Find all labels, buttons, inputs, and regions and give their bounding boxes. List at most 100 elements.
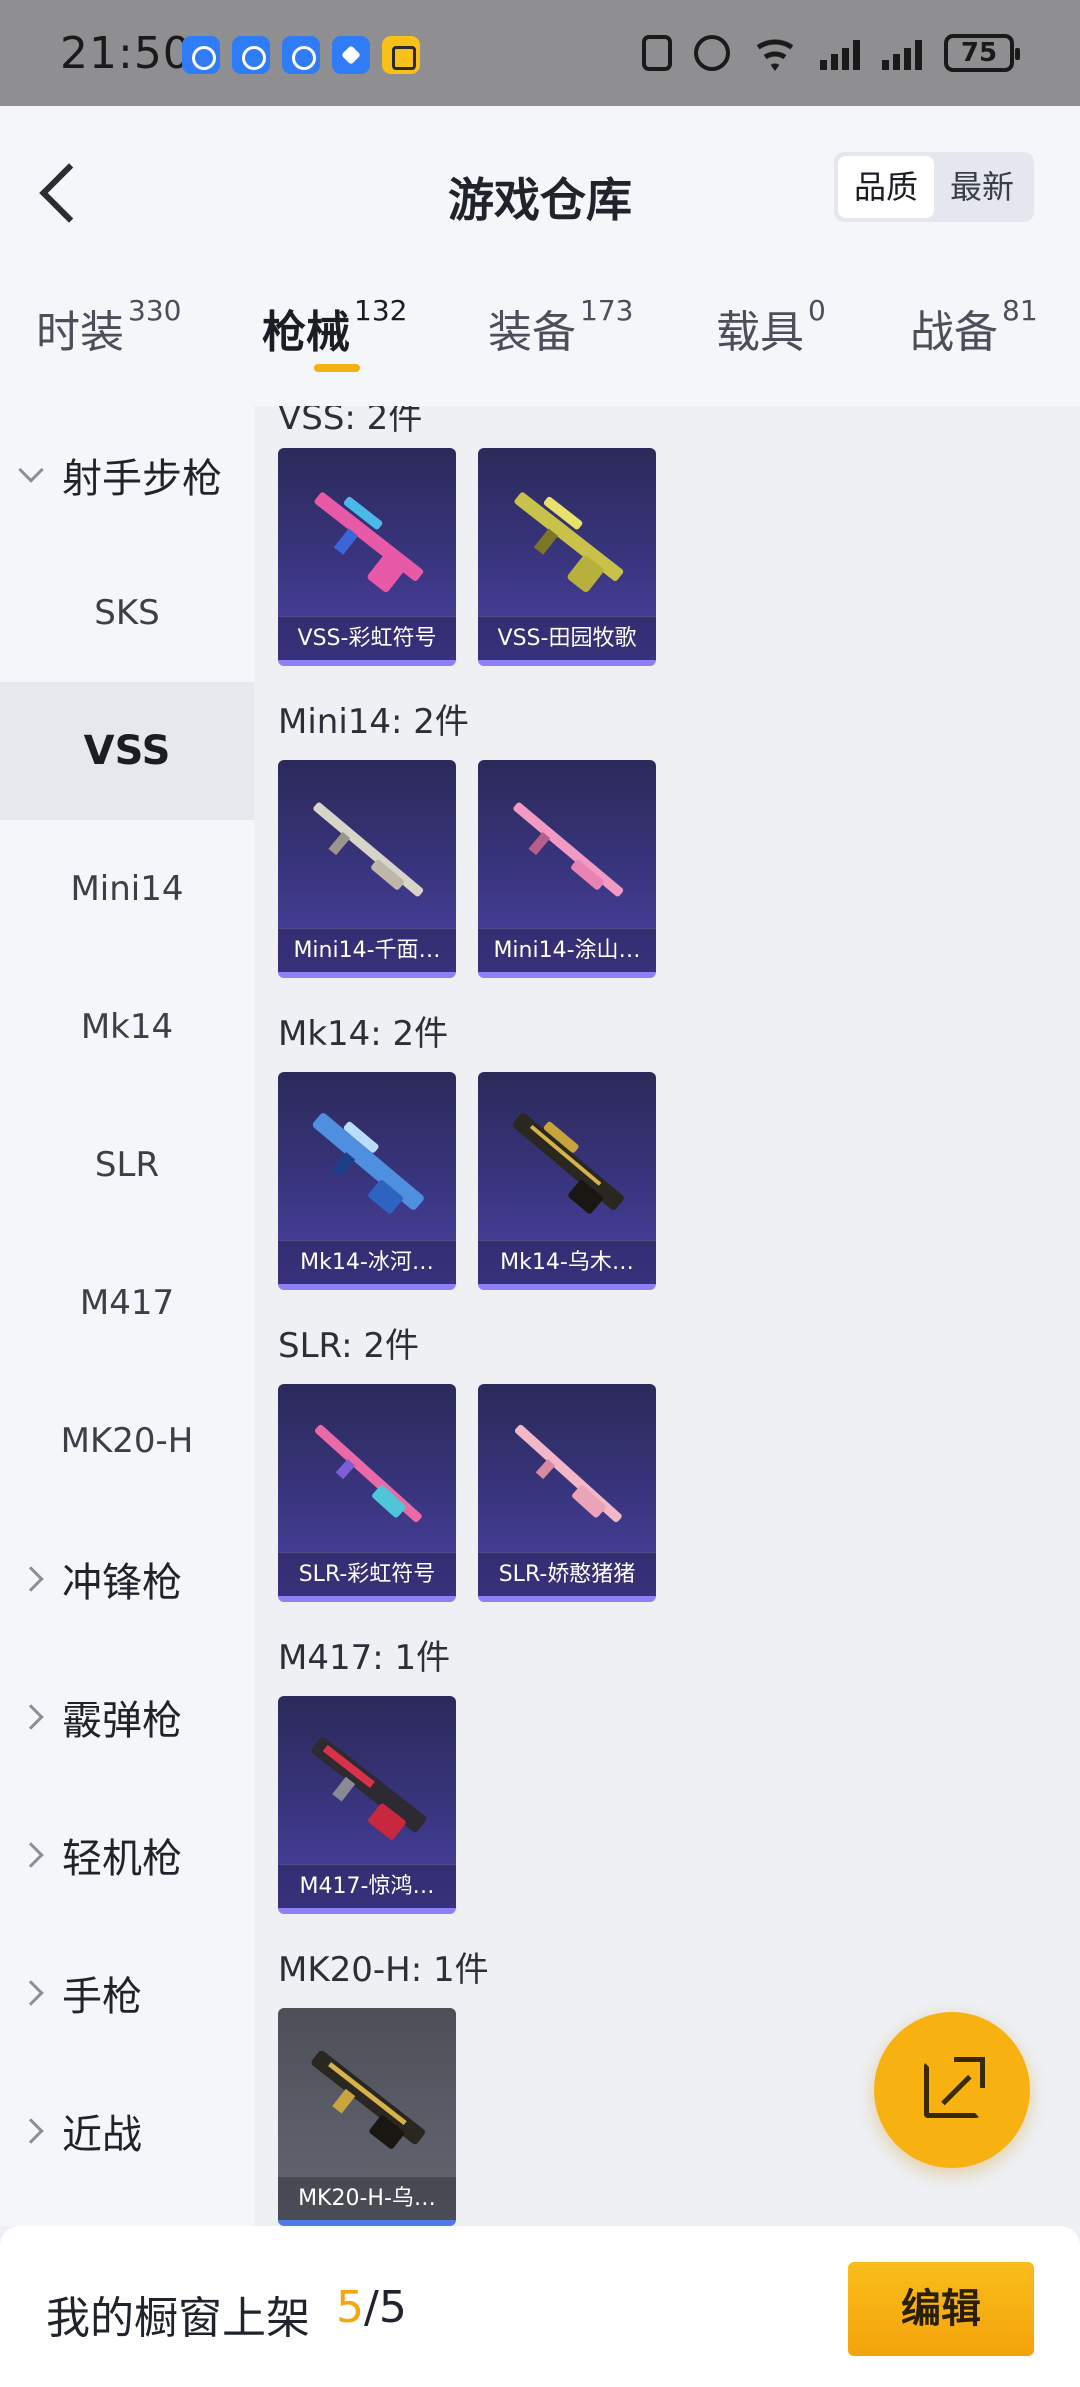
rifle-skin-icon bbox=[314, 1424, 422, 1523]
qq-app-icon bbox=[382, 36, 420, 74]
signal-icon bbox=[820, 36, 860, 70]
tab-label: 装备 bbox=[488, 307, 576, 358]
alarm-icon bbox=[694, 35, 730, 71]
section-label: VSS: 2件 bbox=[278, 406, 423, 438]
sidebar-item-mini14[interactable]: Mini14 bbox=[0, 820, 254, 958]
clock-app-icon bbox=[182, 36, 220, 74]
item-card-m417[interactable]: M417-惊鸿… bbox=[278, 1696, 456, 1914]
item-name: Mini14-千面… bbox=[278, 928, 456, 972]
sidebar-group-shotgun[interactable]: 霰弹枪 bbox=[0, 1648, 254, 1786]
export-button[interactable] bbox=[874, 2012, 1030, 2168]
battery-icon: 75 bbox=[944, 34, 1020, 72]
chevron-down-icon bbox=[18, 457, 44, 483]
showcase-bar: 我的橱窗上架 5/5 编辑 bbox=[0, 2226, 1080, 2387]
category-tabs: 时装 330 枪械 132 装备 173 载具 0 战备 81 bbox=[0, 294, 1080, 386]
external-link-icon bbox=[924, 2057, 985, 2118]
rifle-skin-icon bbox=[513, 802, 624, 897]
sort-latest-button[interactable]: 最新 bbox=[934, 156, 1030, 218]
tab-count: 81 bbox=[1002, 294, 1038, 327]
tab-label: 时装 bbox=[36, 307, 124, 358]
item-name: Mk14-乌木… bbox=[478, 1240, 656, 1284]
item-name: Mini14-涂山… bbox=[478, 928, 656, 972]
sidebar-item-mk14[interactable]: Mk14 bbox=[0, 958, 254, 1096]
item-card-vss-rainbow[interactable]: VSS-彩虹符号 bbox=[278, 448, 456, 666]
tab-fashion[interactable]: 时装 330 bbox=[36, 294, 182, 360]
sidebar-group-label: 冲锋枪 bbox=[62, 1560, 182, 1606]
sidebar-item-mk20h[interactable]: MK20-H bbox=[0, 1372, 254, 1510]
section-label: SLR: 2件 bbox=[278, 1326, 419, 1366]
showcase-separator: / bbox=[364, 2282, 379, 2333]
item-card-slr-rainbow[interactable]: SLR-彩虹符号 bbox=[278, 1384, 456, 1602]
item-card-slr-piggy[interactable]: SLR-娇憨猪猪 bbox=[478, 1384, 656, 1602]
sidebar-item-slr[interactable]: SLR bbox=[0, 1096, 254, 1234]
nfc-icon bbox=[642, 35, 672, 71]
rifle-skin-icon bbox=[312, 1113, 424, 1214]
status-bar: 21:50 75 bbox=[0, 0, 1080, 106]
showcase-count: 5/5 bbox=[336, 2282, 407, 2333]
sidebar-group-pistol[interactable]: 手枪 bbox=[0, 1924, 254, 2062]
chevron-right-icon bbox=[18, 1566, 44, 1592]
tab-vehicles[interactable]: 载具 0 bbox=[716, 294, 826, 360]
tab-label: 战备 bbox=[910, 307, 998, 358]
item-name: SLR-娇憨猪猪 bbox=[478, 1552, 656, 1596]
signal-icon bbox=[882, 36, 922, 70]
sidebar-item-m417[interactable]: M417 bbox=[0, 1234, 254, 1372]
item-card-mini14-1[interactable]: Mini14-千面… bbox=[278, 760, 456, 978]
rifle-skin-icon bbox=[512, 1113, 624, 1214]
sidebar-group-marksman-rifle[interactable]: 射手步枪 bbox=[0, 406, 254, 544]
item-card-mini14-2[interactable]: Mini14-涂山… bbox=[478, 760, 656, 978]
tab-count: 0 bbox=[808, 294, 826, 327]
item-grid: VSS: 2件 VSS-彩虹符号 VSS-田园牧歌 Mini14: 2件 Min… bbox=[254, 406, 1080, 2226]
item-name: MK20-H-乌… bbox=[278, 2176, 456, 2220]
chevron-right-icon bbox=[18, 1842, 44, 1868]
sidebar-item-sks[interactable]: SKS bbox=[0, 544, 254, 682]
item-card-vss-pastoral[interactable]: VSS-田园牧歌 bbox=[478, 448, 656, 666]
tab-equipment[interactable]: 装备 173 bbox=[488, 294, 634, 360]
tab-label: 载具 bbox=[716, 307, 804, 358]
wifi-icon bbox=[752, 38, 798, 71]
rifle-skin-icon bbox=[514, 492, 624, 592]
sidebar-group-label: 射手步枪 bbox=[62, 456, 222, 502]
item-name: Mk14-冰河… bbox=[278, 1240, 456, 1284]
sidebar-group-label: 轻机枪 bbox=[62, 1836, 182, 1882]
tab-count: 132 bbox=[354, 294, 408, 327]
chevron-right-icon bbox=[18, 2118, 44, 2144]
sidebar-group-label: 近战 bbox=[62, 2112, 142, 2158]
rifle-skin-icon bbox=[311, 2050, 425, 2149]
sidebar-group-smg[interactable]: 冲锋枪 bbox=[0, 1510, 254, 1648]
item-card-mk20h[interactable]: MK20-H-乌… bbox=[278, 2008, 456, 2226]
sort-toggle: 品质 最新 bbox=[834, 152, 1034, 222]
showcase-total: 5 bbox=[378, 2282, 407, 2333]
rifle-skin-icon bbox=[314, 492, 424, 592]
item-name: SLR-彩虹符号 bbox=[278, 1552, 456, 1596]
showcase-label: 我的橱窗上架 bbox=[46, 2293, 310, 2344]
item-name: VSS-彩虹符号 bbox=[278, 616, 456, 660]
navigation-app-icon bbox=[332, 36, 370, 74]
chevron-right-icon bbox=[18, 1980, 44, 2006]
active-tab-indicator bbox=[314, 364, 360, 372]
sidebar-group-melee[interactable]: 近战 bbox=[0, 2062, 254, 2200]
sidebar-group-lmg[interactable]: 轻机枪 bbox=[0, 1786, 254, 1924]
sidebar-group-label: 手枪 bbox=[62, 1974, 142, 2020]
tab-guns[interactable]: 枪械 132 bbox=[262, 294, 408, 360]
item-card-mk14-glacier[interactable]: Mk14-冰河… bbox=[278, 1072, 456, 1290]
rifle-skin-icon bbox=[311, 1737, 427, 1840]
rifle-skin-icon bbox=[313, 802, 424, 897]
tab-count: 330 bbox=[128, 294, 182, 327]
weapon-type-sidebar: 射手步枪 SKS VSS Mini14 Mk14 SLR M417 MK20-H… bbox=[0, 406, 254, 2226]
status-time: 21:50 bbox=[60, 28, 192, 79]
section-label: Mini14: 2件 bbox=[278, 702, 469, 742]
edit-button[interactable]: 编辑 bbox=[848, 2262, 1034, 2356]
sidebar-group-label: 霰弹枪 bbox=[62, 1698, 182, 1744]
item-card-mk14-ebony[interactable]: Mk14-乌木… bbox=[478, 1072, 656, 1290]
showcase-current: 5 bbox=[336, 2282, 364, 2333]
header: 游戏仓库 品质 最新 时装 330 枪械 132 装备 173 载具 0 战备 81 bbox=[0, 106, 1080, 406]
rifle-skin-icon bbox=[514, 1424, 622, 1523]
sidebar-item-vss[interactable]: VSS bbox=[0, 682, 254, 820]
section-label: Mk14: 2件 bbox=[278, 1014, 449, 1054]
sort-quality-button[interactable]: 品质 bbox=[838, 156, 934, 218]
tab-count: 173 bbox=[580, 294, 634, 327]
section-label: MK20-H: 1件 bbox=[278, 1950, 489, 1990]
item-name: M417-惊鸿… bbox=[278, 1864, 456, 1908]
tab-supplies[interactable]: 战备 81 bbox=[910, 294, 1038, 360]
